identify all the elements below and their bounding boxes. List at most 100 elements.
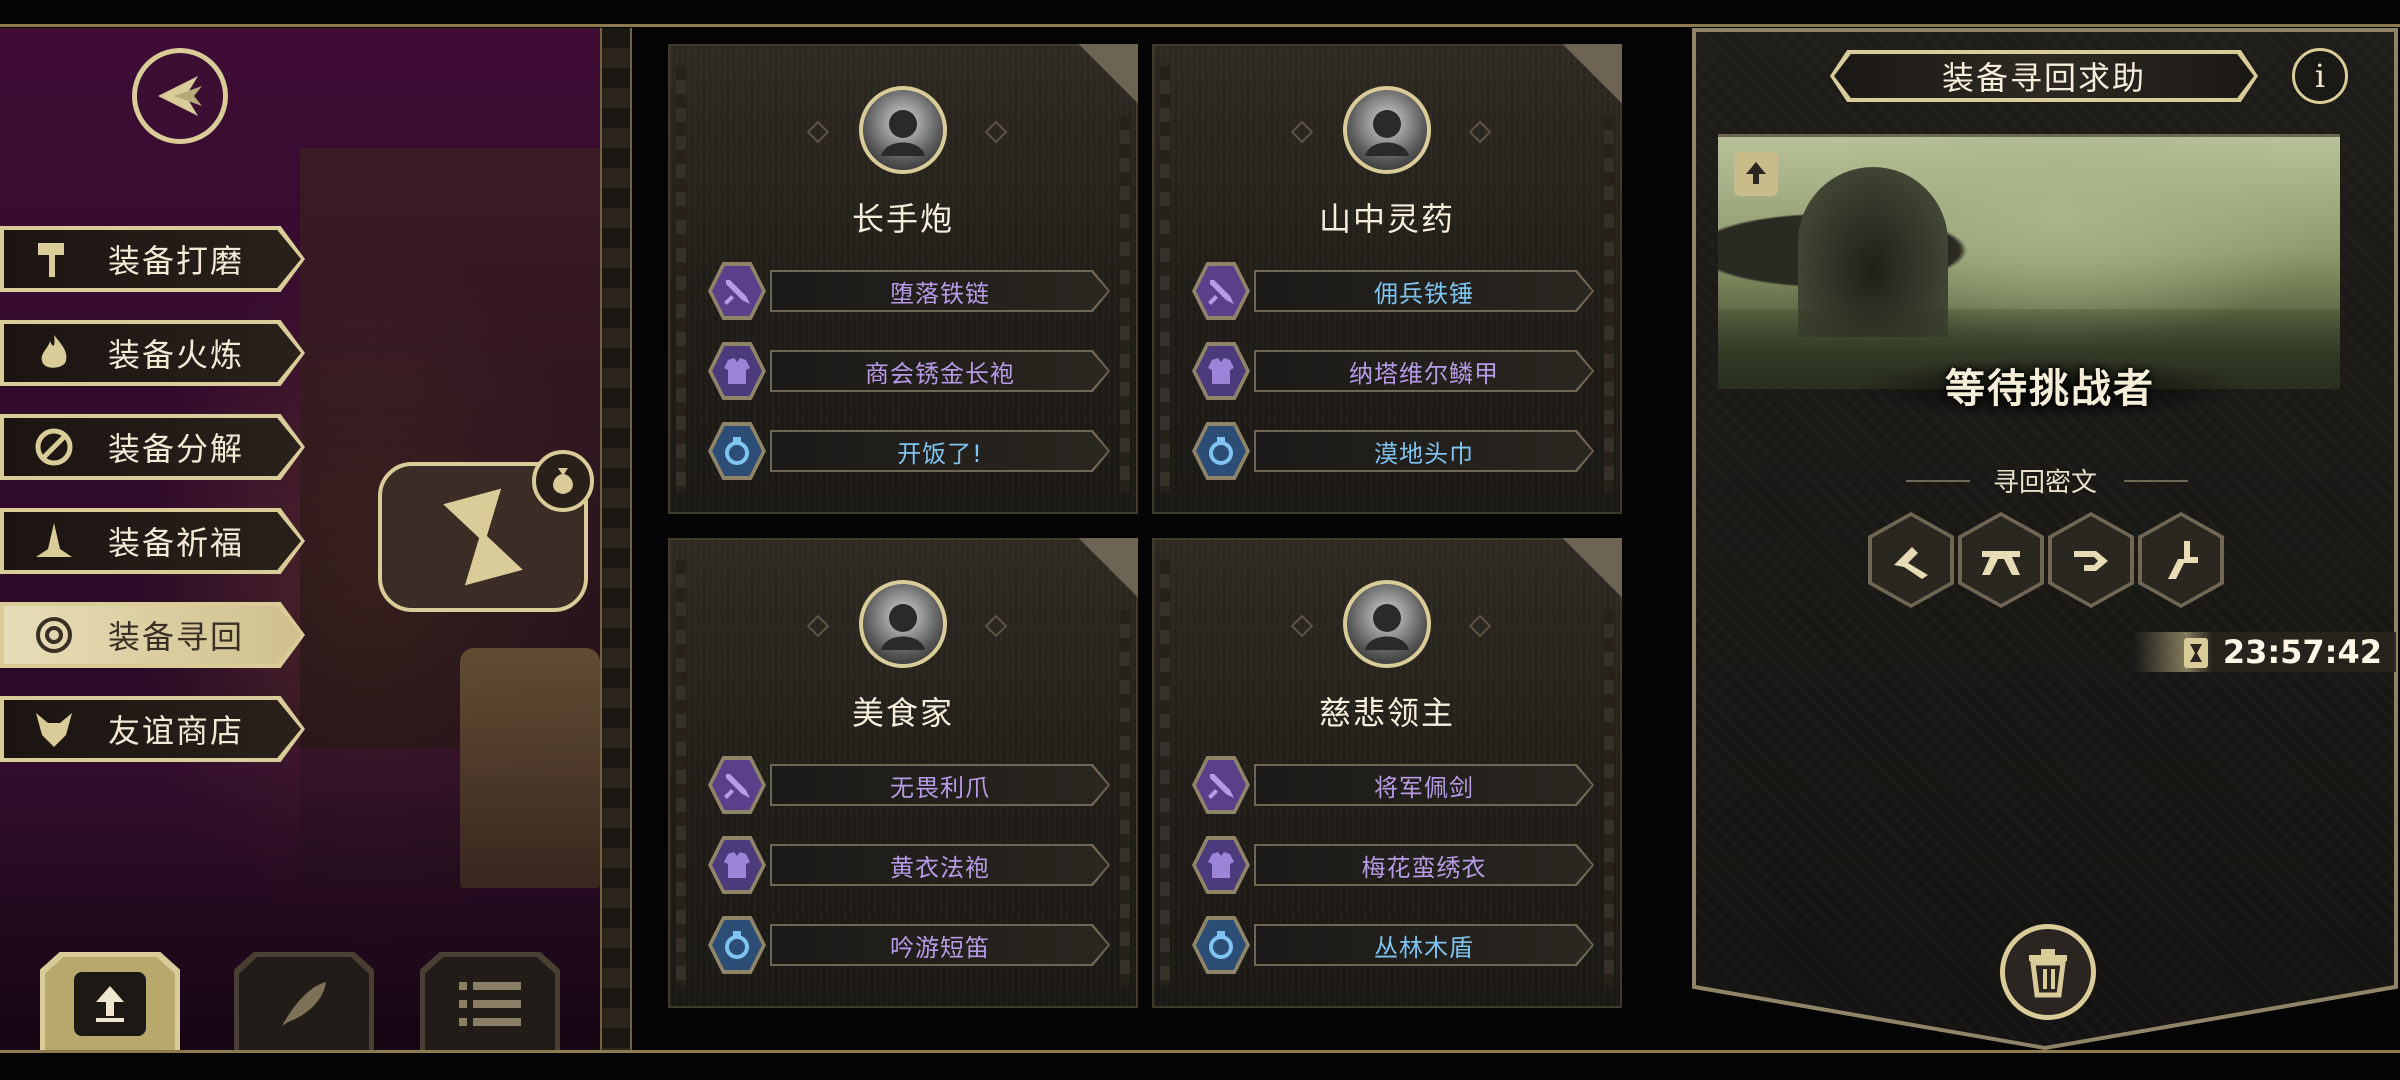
list-icon [459, 981, 521, 1026]
card-corner [1068, 538, 1138, 608]
equipment-name: 吟游短笛 [772, 926, 1108, 964]
equipment-name: 黄衣法袍 [772, 846, 1108, 884]
player-avatar[interactable] [1343, 580, 1431, 668]
npc-figure [460, 648, 600, 888]
equipment-bar: 商会锈金长袍 [770, 350, 1110, 392]
ring-icon [1204, 928, 1238, 962]
ring-icon [1204, 434, 1238, 468]
status-text: 等待挑战者 [1850, 358, 2250, 420]
hourglass-icon [2184, 638, 2208, 668]
equipment-name: 开饭了! [772, 432, 1108, 470]
equipment-row[interactable]: 商会锈金长袍 [708, 342, 1110, 400]
sword-icon [1204, 768, 1238, 802]
sidebar-item-label: 装备寻回 [108, 618, 245, 656]
equipment-name: 将军佩剑 [1256, 766, 1592, 804]
equipment-bar: 堕落铁链 [770, 270, 1110, 312]
fox-head-icon [24, 704, 84, 754]
equipment-slot [1192, 262, 1250, 320]
equipment-name: 丛林木盾 [1256, 926, 1592, 964]
seeker-card[interactable]: 山中灵药 佣兵铁锤 纳塔维尔鳞甲 漠地头巾 [1152, 44, 1622, 514]
equipment-bar: 吟游短笛 [770, 924, 1110, 966]
equipment-slot [708, 756, 766, 814]
back-button[interactable] [132, 48, 228, 144]
equipment-row[interactable]: 丛林木盾 [1192, 916, 1594, 974]
sidebar-item-forge[interactable]: 装备火炼 [0, 320, 305, 386]
seeker-card[interactable]: 慈悲领主 将军佩剑 梅花蛮绣衣 丛林木盾 [1152, 538, 1622, 1008]
sidebar-item-label: 友谊商店 [108, 712, 245, 750]
equipment-row[interactable]: 开饭了! [708, 422, 1110, 480]
character-portrait-icon [881, 110, 925, 156]
diamond-ornament [984, 120, 1008, 144]
equipment-row[interactable]: 佣兵铁锤 [1192, 262, 1594, 320]
card-corner [1552, 538, 1622, 608]
sidebar-item-polish[interactable]: 装备打磨 [0, 226, 305, 292]
sidebar-item-bless[interactable]: 装备祈福 [0, 508, 305, 574]
pray-hands-icon [24, 516, 84, 566]
seeker-card[interactable]: 长手炮堕落铁链商会锈金长袍开饭了! [668, 44, 1138, 514]
card-edge [676, 66, 686, 492]
flame-icon [24, 328, 84, 378]
player-avatar[interactable] [1343, 86, 1431, 174]
equipment-slot [708, 422, 766, 480]
list-button[interactable] [420, 952, 560, 1050]
target-icon [24, 610, 84, 660]
dungeon-scene-image [1718, 134, 2340, 389]
equipment-slot [1192, 422, 1250, 480]
feather-button[interactable] [234, 952, 374, 1050]
equipment-row[interactable]: 漠地头巾 [1192, 422, 1594, 480]
equipment-name: 纳塔维尔鳞甲 [1256, 352, 1592, 390]
equipment-row[interactable]: 梅花蛮绣衣 [1192, 836, 1594, 894]
player-avatar[interactable] [859, 580, 947, 668]
equipment-bar: 佣兵铁锤 [1254, 270, 1594, 312]
upload-arrow-icon [74, 971, 146, 1036]
scene-share-button[interactable] [1734, 152, 1778, 196]
sword-icon [720, 768, 754, 802]
card-edge [1120, 610, 1130, 986]
panel-title: 装备寻回求助 [1830, 50, 2258, 102]
hammer-icon [24, 234, 84, 284]
equipment-name: 无畏利爪 [772, 766, 1108, 804]
rune-glyph-icon [1894, 547, 1928, 579]
equipment-name: 堕落铁链 [772, 272, 1108, 310]
rune-glyph-icon [2074, 551, 2108, 571]
sword-icon [720, 274, 754, 308]
diamond-ornament [984, 614, 1008, 638]
equipment-row[interactable]: 将军佩剑 [1192, 756, 1594, 814]
ring-icon [720, 434, 754, 468]
card-edge [1160, 66, 1170, 492]
sword-icon [1204, 274, 1238, 308]
countdown-timer: 23:57:42 [2134, 632, 2396, 672]
info-button[interactable]: i [2292, 48, 2348, 104]
equipment-name: 佣兵铁锤 [1256, 272, 1592, 310]
upload-arrow-icon [1746, 162, 1766, 184]
equipment-row[interactable]: 吟游短笛 [708, 916, 1110, 974]
card-edge [1160, 560, 1170, 986]
equipment-bar: 将军佩剑 [1254, 764, 1594, 806]
seeker-card[interactable]: 美食家 无畏利爪 黄衣法袍 吟游短笛 [668, 538, 1138, 1008]
ring-icon [720, 928, 754, 962]
sidebar-item-disassemble[interactable]: 装备分解 [0, 414, 305, 480]
equipment-bar: 纳塔维尔鳞甲 [1254, 350, 1594, 392]
equipment-bar: 黄衣法袍 [770, 844, 1110, 886]
equipment-row[interactable]: 黄衣法袍 [708, 836, 1110, 894]
rune-glyph-icon [2168, 541, 2198, 579]
armor-icon [720, 354, 754, 388]
money-bag-icon [532, 450, 594, 512]
equipment-bar: 漠地头巾 [1254, 430, 1594, 472]
bottom-border [0, 1050, 2400, 1053]
sidebar-item-retrieve[interactable]: 装备寻回 [0, 602, 305, 668]
back-arrow-icon [158, 76, 202, 116]
equipment-row[interactable]: 堕落铁链 [708, 262, 1110, 320]
card-edge [1604, 116, 1614, 492]
panel-divider [600, 28, 632, 1050]
player-name: 长手炮 [851, 200, 954, 238]
card-edge [1120, 116, 1130, 492]
top-border [0, 24, 2400, 27]
equipment-slot [1192, 836, 1250, 894]
sidebar-item-friend-shop[interactable]: 友谊商店 [0, 696, 305, 762]
equipment-row[interactable]: 纳塔维尔鳞甲 [1192, 342, 1594, 400]
player-avatar[interactable] [859, 86, 947, 174]
recycle-button[interactable] [2000, 924, 2096, 1020]
equipment-row[interactable]: 无畏利爪 [708, 756, 1110, 814]
upload-button[interactable] [40, 952, 180, 1050]
